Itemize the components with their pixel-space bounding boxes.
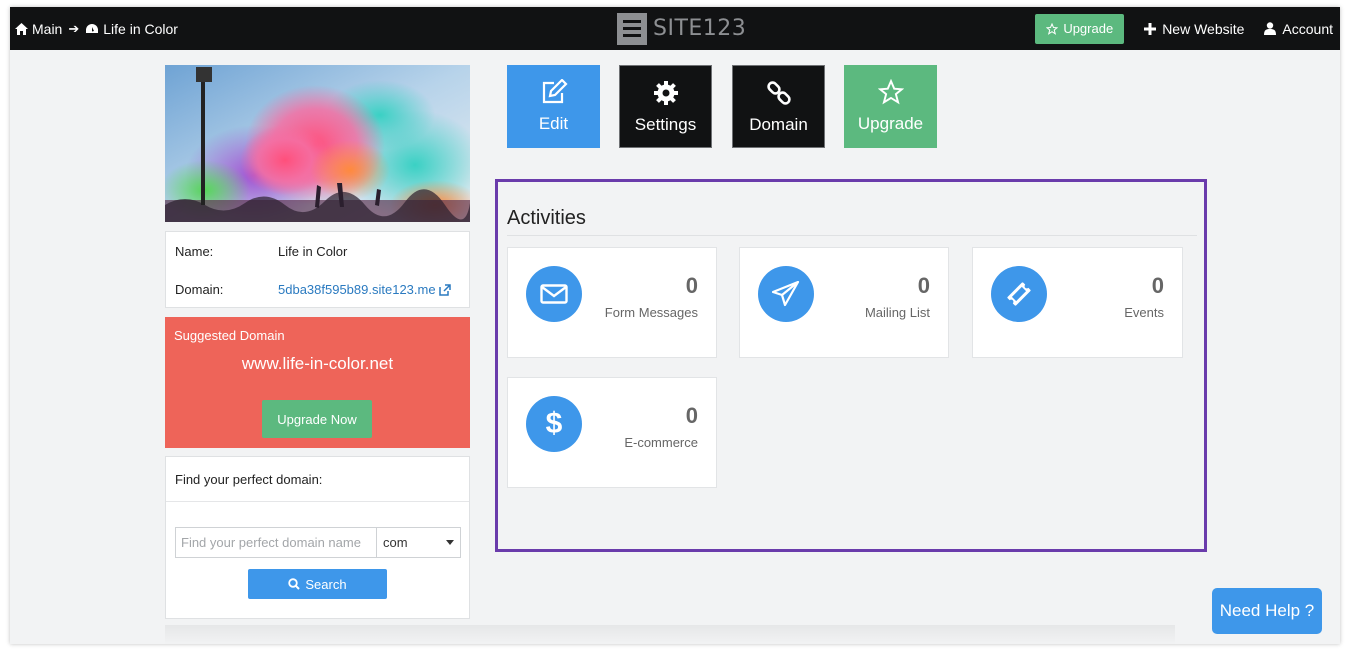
form-messages-card[interactable]: 0 Form Messages	[507, 247, 717, 358]
link-icon	[766, 81, 791, 105]
ecommerce-caption: E-commerce	[624, 435, 698, 450]
ticket-icon	[991, 266, 1047, 322]
breadcrumb-main-label: Main	[32, 20, 63, 37]
site-preview-image[interactable]	[165, 65, 470, 222]
breadcrumb-site[interactable]: Life in Color	[85, 21, 178, 37]
star-icon	[877, 79, 904, 105]
domain-search-button[interactable]: Search	[248, 569, 387, 599]
account-label: Account	[1282, 20, 1333, 37]
events-count: 0	[1151, 273, 1164, 298]
site123-logo[interactable]: SITE123	[617, 12, 746, 45]
need-help-button[interactable]: Need Help ?	[1212, 588, 1322, 634]
star-outline-icon	[1046, 22, 1059, 35]
form-messages-count: 0	[685, 273, 698, 298]
site-name-row: Name: Life in Color	[175, 244, 347, 259]
ecommerce-card[interactable]: $ 0 E-commerce	[507, 377, 717, 488]
form-messages-caption: Form Messages	[604, 305, 698, 320]
mailing-list-count: 0	[917, 273, 930, 298]
caret-down-icon	[446, 540, 454, 545]
suggested-domain-panel: Suggested Domain www.life-in-color.net U…	[165, 317, 470, 448]
logo-text: SITE123	[653, 16, 747, 41]
footer-shadow	[165, 625, 1175, 644]
tld-select[interactable]: com	[376, 527, 461, 558]
activities-title: Activities	[507, 207, 586, 229]
app-frame: Main ➔ Life in Color SITE123 Upgrade New…	[10, 7, 1340, 644]
gear-icon	[653, 81, 678, 105]
upgrade-tile-label: Upgrade	[857, 114, 924, 133]
logo-mark-icon	[617, 12, 647, 45]
home-icon	[15, 22, 28, 35]
envelope-icon	[526, 266, 582, 322]
topbar-upgrade-button[interactable]: Upgrade	[1035, 13, 1125, 44]
breadcrumb-main[interactable]: Main	[15, 21, 62, 37]
divider	[507, 235, 1197, 236]
arrow-right-icon: ➔	[68, 20, 80, 36]
events-caption: Events	[1124, 305, 1164, 320]
suggested-domain-title: Suggested Domain	[174, 328, 285, 343]
events-card[interactable]: 0 Events	[972, 247, 1183, 358]
settings-label: Settings	[634, 115, 697, 134]
plus-icon	[1144, 22, 1157, 35]
color-festival-picture	[165, 65, 470, 222]
user-icon	[1264, 22, 1277, 35]
tld-selected-value: com	[383, 535, 408, 550]
site-info-panel: Name: Life in Color Domain: 5dba38f595b8…	[165, 231, 470, 308]
new-website-link[interactable]: New Website	[1144, 21, 1244, 37]
domain-search-input[interactable]: Find your perfect domain name	[175, 527, 378, 558]
site-domain-row: Domain: 5dba38f595b89.site123.me	[175, 282, 451, 297]
edit-button[interactable]: Edit	[507, 65, 600, 148]
account-link[interactable]: Account	[1264, 21, 1333, 37]
edit-icon	[542, 79, 568, 104]
domain-button[interactable]: Domain	[732, 65, 825, 148]
mailing-list-card[interactable]: 0 Mailing List	[739, 247, 949, 358]
domain-finder-panel: Find your perfect domain: Find your perf…	[165, 456, 470, 619]
search-icon	[288, 578, 301, 590]
external-link-icon	[438, 283, 451, 296]
topbar-upgrade-label: Upgrade	[1063, 21, 1114, 36]
top-navbar: Main ➔ Life in Color SITE123 Upgrade New…	[10, 7, 1340, 50]
mailing-list-caption: Mailing List	[864, 305, 930, 320]
site-name-label: Name:	[175, 244, 214, 259]
activities-panel: Activities 0 Form Messages 0 Mailing Lis…	[495, 179, 1207, 552]
ecommerce-count: 0	[685, 403, 698, 428]
upgrade-tile-button[interactable]: Upgrade	[844, 65, 937, 148]
domain-finder-heading: Find your perfect domain:	[175, 472, 323, 487]
divider	[166, 501, 469, 502]
dollar-icon: $	[526, 396, 582, 452]
new-website-label: New Website	[1162, 20, 1245, 37]
domain-search-label: Search	[305, 576, 347, 592]
upgrade-now-button[interactable]: Upgrade Now	[262, 400, 372, 438]
breadcrumb: Main ➔ Life in Color	[15, 7, 178, 50]
dashboard-icon	[86, 23, 99, 33]
suggested-domain-name: www.life-in-color.net	[241, 354, 394, 373]
breadcrumb-site-label: Life in Color	[103, 20, 178, 37]
settings-button[interactable]: Settings	[619, 65, 712, 148]
site-name-value: Life in Color	[278, 244, 348, 259]
paper-plane-icon	[758, 266, 814, 322]
site-domain-link[interactable]: 5dba38f595b89.site123.me	[278, 282, 451, 297]
domain-label: Domain	[749, 115, 808, 134]
edit-label: Edit	[538, 114, 569, 133]
site-domain-label: Domain:	[175, 282, 224, 297]
top-actions: Upgrade New Website Account	[1035, 7, 1333, 50]
site-domain-value: 5dba38f595b89.site123.me	[278, 282, 436, 297]
